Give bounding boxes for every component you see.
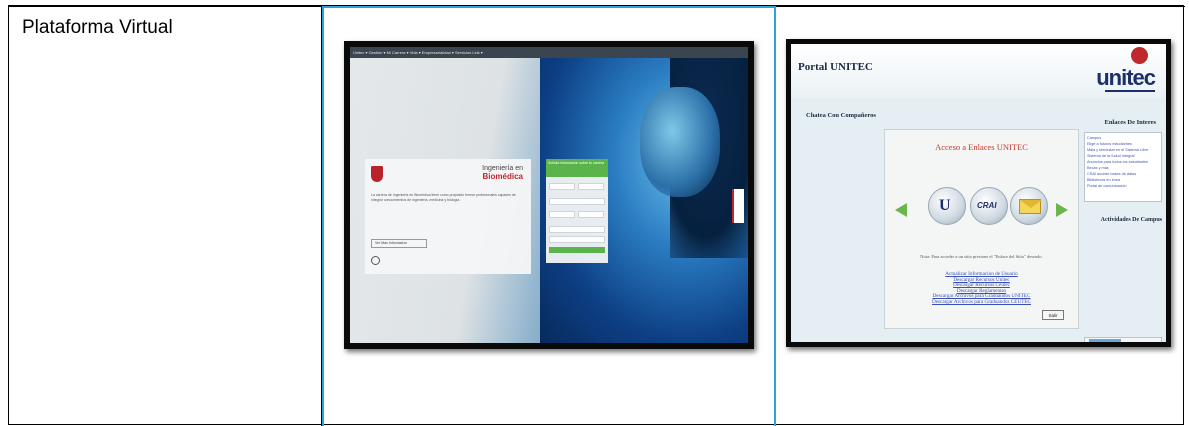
envelope-shape — [1019, 199, 1042, 214]
actividades-title: Actividades De Campus — [1100, 217, 1162, 223]
chat-label: Chatea Con Compañeros — [806, 112, 876, 119]
panel-note: Nota: Para acceder a un sitio presione e… — [920, 254, 1043, 259]
download-link: Descargar Archivos para Graduandos CEUTE… — [931, 298, 1031, 305]
label-cell: Plataforma Virtual — [9, 6, 322, 426]
row-label: Plataforma Virtual — [22, 17, 173, 38]
mail-icon — [1010, 187, 1048, 225]
screenshot-cell-right: Portal UNITEC unitec Chatea Con Compañer… — [776, 6, 1185, 426]
form-header: Solicita información sobre tu carrera — [546, 159, 608, 177]
download-links: Actualizar Informacion de Usuario Descar… — [885, 271, 1078, 306]
links-panel: Acceso a Enlaces UNITEC Nota: Para acced… — [884, 129, 1079, 329]
side-promo-box — [732, 189, 744, 223]
login-page-screenshot: Unitec ▾ Gestión ▾ Mi Carrera ▾ Vida ▾ E… — [344, 41, 754, 349]
enlaces-title: Enlaces De Interes — [1104, 119, 1156, 126]
shield-icon — [371, 166, 383, 182]
scrollbar-thumb — [1089, 339, 1121, 342]
arrow-left-icon — [895, 203, 907, 217]
portal-header: Portal UNITEC unitec — [791, 44, 1166, 99]
list-item: Portal de comunicación — [1087, 184, 1127, 188]
site-nav-bar: Unitec ▾ Gestión ▾ Mi Carrera ▾ Vida ▾ E… — [350, 47, 748, 58]
form-submit-button — [549, 247, 605, 253]
document-table: Plataforma Virtual Unitec ▾ Gestión ▾ Mi… — [8, 5, 1185, 426]
form-field — [578, 183, 604, 190]
interest-links-list: Campus Elige a futuros estudiantes Mala … — [1084, 132, 1162, 202]
program-description: La carrera de Ingeniería en Biomédica ti… — [371, 193, 516, 202]
crai-icon — [970, 187, 1008, 225]
login-page-canvas: Unitec ▾ Gestión ▾ Mi Carrera ▾ Vida ▾ E… — [350, 47, 748, 343]
logo-underline — [1105, 90, 1155, 92]
logo-wordmark: unitec — [1096, 65, 1156, 90]
portal-title: Portal UNITEC — [798, 61, 873, 73]
more-info-button: Ver Mas Informacion — [371, 239, 427, 248]
program-title: Ingeniería en Biomédica — [482, 165, 523, 182]
portal-canvas: Portal UNITEC unitec Chatea Con Compañer… — [791, 44, 1166, 342]
screenshot-cell-left: Unitec ▾ Gestión ▾ Mi Carrera ▾ Vida ▾ E… — [322, 6, 776, 426]
play-circle-icon — [371, 256, 380, 265]
program-title-bottom: Biomédica — [482, 172, 523, 181]
photo-face-shape — [640, 87, 720, 197]
form-field — [549, 183, 575, 190]
form-field — [578, 211, 604, 218]
unitec-logo: unitec — [1088, 47, 1158, 95]
logo-badge-icon — [1131, 47, 1148, 64]
form-select — [549, 226, 605, 233]
program-info-card: Ingeniería en Biomédica La carrera de In… — [365, 159, 531, 274]
form-select — [549, 236, 605, 243]
portal-screenshot: Portal UNITEC unitec Chatea Con Compañer… — [786, 39, 1171, 347]
signup-form: Solicita información sobre tu carrera — [546, 159, 608, 263]
panel-title: Acceso a Enlaces UNITEC — [935, 142, 1028, 152]
form-field — [549, 211, 575, 218]
form-field — [549, 198, 605, 205]
horizontal-scrollbar — [1084, 337, 1162, 342]
salir-button: Salir — [1042, 310, 1064, 320]
right-sidebar: Enlaces De Interes Campus Elige a futuro… — [1081, 99, 1166, 342]
arrow-right-icon — [1056, 203, 1068, 217]
unitec-virtual-icon — [928, 187, 966, 225]
program-title-top: Ingeniería en — [482, 165, 523, 172]
